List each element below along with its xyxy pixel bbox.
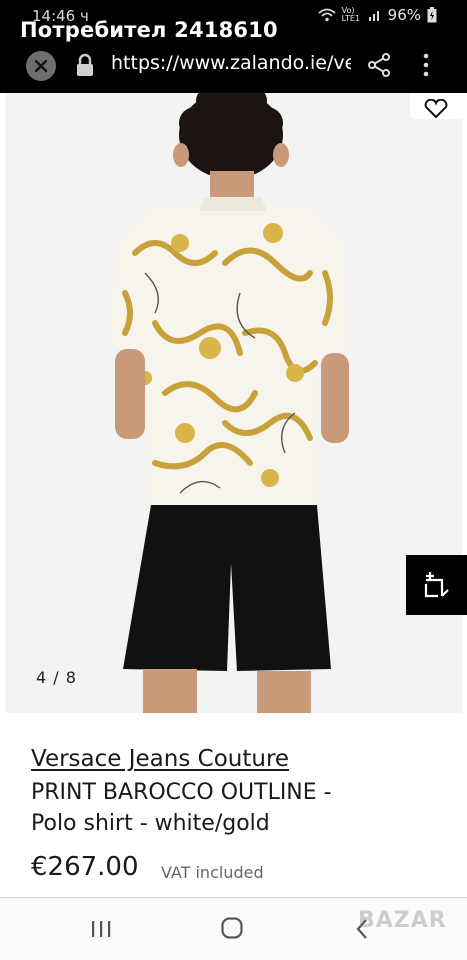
page-title: Потребител 2418610	[20, 18, 278, 42]
close-button[interactable]	[26, 51, 56, 81]
product-title-line1: PRINT BAROCCO OUTLINE -	[31, 780, 332, 805]
battery-percent: 96%	[387, 6, 421, 24]
signal-icon	[368, 11, 379, 21]
wifi-icon	[318, 8, 336, 22]
model-photo	[5, 93, 462, 713]
browser-top-bar: 14:46 ч Vo) LTE1 96% Потребител 2418610	[0, 0, 467, 93]
product-title-line2: Polo shirt - white/gold	[31, 811, 270, 836]
url-row: https://www.zalando.ie/ve	[0, 44, 467, 84]
price: €267.00	[31, 852, 139, 882]
recent-apps-icon[interactable]	[90, 918, 112, 940]
close-icon	[34, 59, 48, 73]
network-label: Vo) LTE1	[341, 6, 361, 23]
try-on-button[interactable]	[406, 555, 467, 615]
status-icons: Vo) LTE1 96%	[318, 6, 437, 24]
brand-link[interactable]: Versace Jeans Couture	[31, 746, 289, 772]
watermark: BAZAR	[358, 908, 447, 933]
system-nav-bar: BAZAR	[0, 898, 467, 960]
home-icon[interactable]	[220, 916, 244, 940]
crop-add-icon	[424, 572, 449, 598]
heart-icon	[424, 99, 448, 119]
vat-note: VAT included	[161, 863, 264, 882]
share-icon[interactable]	[366, 52, 392, 78]
wishlist-button[interactable]	[410, 93, 462, 119]
lock-icon	[77, 53, 93, 76]
url-field[interactable]: https://www.zalando.ie/ve	[111, 52, 351, 74]
image-counter: 4 / 8	[36, 668, 77, 687]
battery-icon	[427, 7, 437, 23]
product-image[interactable]: 4 / 8	[5, 93, 462, 713]
more-vertical-icon[interactable]	[414, 50, 438, 80]
